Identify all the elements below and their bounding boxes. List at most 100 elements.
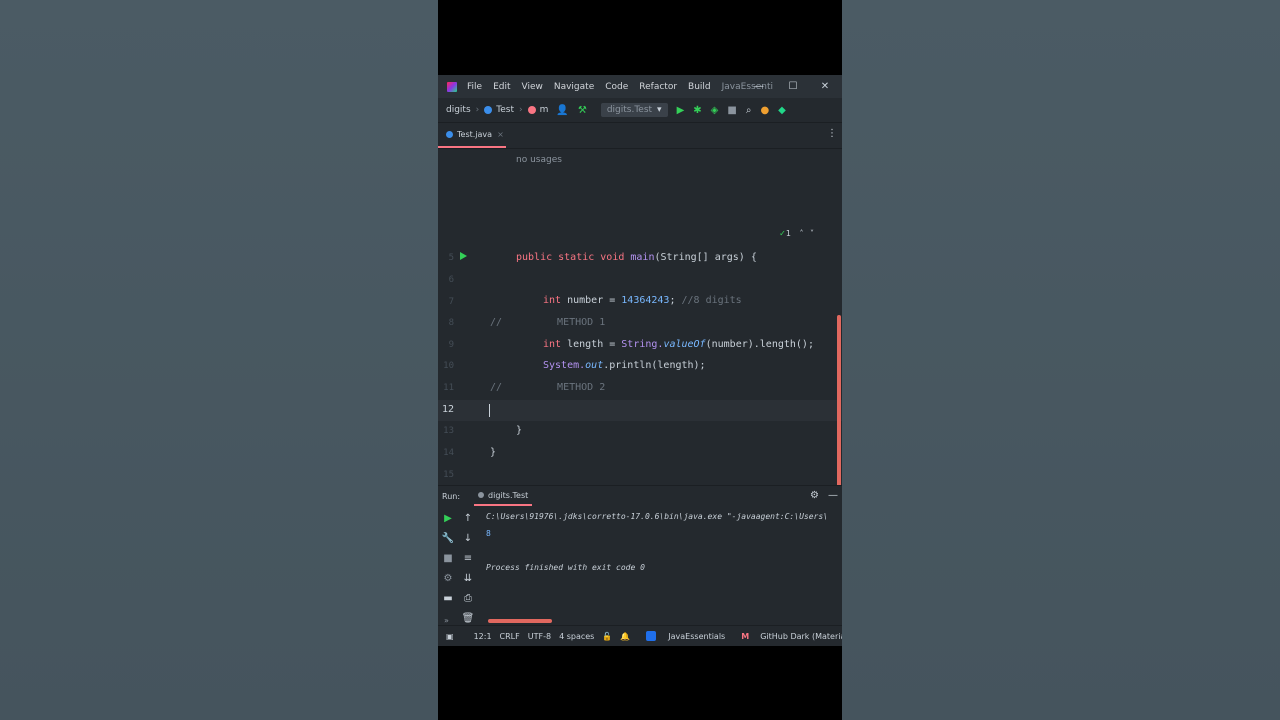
theme-status[interactable]: M GitHub Dark (Material) — [733, 632, 842, 641]
menu-refactor[interactable]: Refactor — [639, 82, 677, 92]
search-icon[interactable]: ⌕ — [746, 105, 752, 116]
close-window-button[interactable]: ✕ — [810, 75, 840, 98]
expand-chevron-icon[interactable]: » — [444, 616, 449, 625]
menu-file[interactable]: File — [467, 82, 482, 92]
menu-view[interactable]: View — [522, 82, 543, 92]
line-separator[interactable]: CRLF — [500, 632, 520, 641]
line-number: 10 — [443, 361, 454, 371]
rerun-icon[interactable]: ▶ — [440, 508, 456, 528]
console-output-line: 8 — [486, 529, 491, 538]
chevron-up-icon[interactable]: ˄ — [799, 229, 803, 238]
project-status[interactable]: JavaEssentials — [638, 631, 725, 641]
code-token: //8 digits — [681, 295, 742, 306]
inspection-widget[interactable]: ✓1 ˄ ˅ — [779, 229, 814, 238]
maximize-button[interactable]: ☐ — [778, 75, 808, 98]
line-number: 8 — [448, 318, 454, 328]
breadcrumb-separator-icon: › — [475, 105, 480, 115]
run-tool-window: Run: digits.Test ⚙ — ▶ 🔧 ■ ⚙ ▬ ↑ ↓ ≡ ⇊ ⎙… — [438, 485, 842, 646]
wrench-icon[interactable]: 🔧 — [440, 528, 456, 548]
menu-navigate[interactable]: Navigate — [554, 82, 594, 92]
settings-icon[interactable]: ⚙ — [440, 568, 456, 588]
code-line-7: int number = 14364243; //8 digits — [543, 295, 742, 306]
run-gutter-icon[interactable] — [460, 252, 467, 260]
line-number: 13 — [443, 426, 454, 436]
gear-icon[interactable]: ⚙ — [810, 490, 819, 501]
current-line-number: 12 — [441, 404, 454, 415]
line-number: 5 — [448, 253, 454, 263]
code-token: int — [543, 295, 568, 306]
inspection-count: 1 — [785, 229, 791, 238]
console-horizontal-scrollbar[interactable] — [488, 619, 552, 623]
line-number: 9 — [448, 340, 454, 350]
line-number: 11 — [443, 383, 454, 393]
layout-icon[interactable]: ▬ — [440, 588, 456, 608]
project-badge-icon — [646, 631, 657, 641]
code-line-5: public static void main(String[] args) { — [516, 252, 757, 263]
build-hammer-icon[interactable]: ⚒ — [578, 105, 587, 116]
run-second-toolbar: ↑ ↓ ≡ ⇊ ⎙ 🗑 — [460, 508, 476, 628]
more-options-icon[interactable]: ⋮ — [827, 128, 837, 139]
print-icon[interactable]: ⎙ — [460, 588, 476, 608]
menu-edit[interactable]: Edit — [493, 82, 510, 92]
breadcrumb-member[interactable]: m — [540, 105, 549, 115]
menu-bar: File Edit View Navigate Code Refactor Bu… — [438, 75, 842, 98]
minimize-button[interactable]: — — [744, 75, 774, 98]
line-number: 14 — [443, 448, 454, 458]
notification-icon[interactable]: 🔔 — [620, 632, 630, 641]
indent-setting[interactable]: 4 spaces — [559, 632, 594, 641]
lock-icon[interactable]: 🔓 — [602, 632, 612, 641]
arrow-down-icon[interactable]: ↓ — [460, 528, 476, 548]
chevron-down-icon[interactable]: ˅ — [810, 229, 814, 238]
stop-icon[interactable]: ■ — [440, 548, 456, 568]
coverage-icon[interactable]: ◈ — [711, 105, 719, 116]
code-token: METHOD 2 — [557, 382, 606, 393]
code-token: (String[] args) { — [654, 252, 757, 263]
tab-test-java[interactable]: Test.java × — [438, 123, 506, 148]
ide-window: File Edit View Navigate Code Refactor Bu… — [438, 75, 842, 646]
code-editor[interactable]: no usages ✓1 ˄ ˅ 5 6 7 8 9 10 11 12 13 1… — [438, 149, 842, 557]
menu-code[interactable]: Code — [605, 82, 628, 92]
update-icon[interactable]: ● — [760, 105, 769, 116]
run-configuration-label: digits.Test — [606, 105, 653, 115]
run-header: Run: digits.Test ⚙ — — [438, 486, 842, 506]
breadcrumb: digits › Test › m — [446, 105, 548, 115]
hide-panel-icon[interactable]: — — [828, 490, 838, 501]
scroll-to-end-icon[interactable]: ⇊ — [460, 568, 476, 588]
console-output[interactable]: C:\Users\91976\.jdks\corretto-17.0.6\bin… — [486, 508, 838, 576]
plugin-icon[interactable]: ◆ — [778, 105, 786, 116]
code-token: System. — [543, 360, 586, 371]
breadcrumb-file[interactable]: Test — [496, 105, 514, 115]
run-icon[interactable]: ▶ — [677, 105, 685, 116]
breadcrumb-project[interactable]: digits — [446, 105, 471, 115]
code-token: String. — [621, 339, 664, 350]
check-icon: ✓ — [779, 229, 786, 238]
tab-run-digits-test[interactable]: digits.Test — [474, 486, 533, 506]
code-token: main — [630, 252, 655, 263]
debug-icon[interactable]: ✱ — [693, 105, 701, 116]
run-configuration-select[interactable]: digits.Test ▾ — [600, 103, 668, 117]
file-encoding[interactable]: UTF-8 — [528, 632, 551, 641]
line-number: 7 — [448, 297, 454, 307]
line-number: 15 — [443, 470, 454, 480]
breadcrumb-separator-icon: › — [519, 105, 523, 115]
class-icon — [484, 106, 493, 114]
menu-build[interactable]: Build — [688, 82, 711, 92]
code-token: // — [490, 317, 503, 328]
background-left — [0, 0, 438, 720]
usages-hint[interactable]: no usages — [516, 155, 562, 165]
close-tab-icon[interactable]: × — [497, 130, 504, 139]
stop-icon[interactable]: ■ — [727, 105, 736, 116]
caret-position[interactable]: 12:1 — [474, 632, 492, 641]
code-token: (number).length(); — [705, 339, 814, 350]
code-line-9: int length = String.valueOf(number).leng… — [543, 339, 814, 350]
config-icon — [478, 492, 485, 498]
tool-window-toggle-icon[interactable]: ▣ — [446, 632, 454, 641]
user-icon[interactable]: 👤 — [556, 105, 568, 116]
soft-wrap-icon[interactable]: ≡ — [460, 548, 476, 568]
chevron-down-icon: ▾ — [657, 105, 662, 115]
background-right — [842, 0, 1280, 720]
line-gutter: 5 6 7 8 9 10 11 12 13 14 15 — [438, 149, 486, 489]
arrow-up-icon[interactable]: ↑ — [460, 508, 476, 528]
code-token: // — [490, 382, 503, 393]
